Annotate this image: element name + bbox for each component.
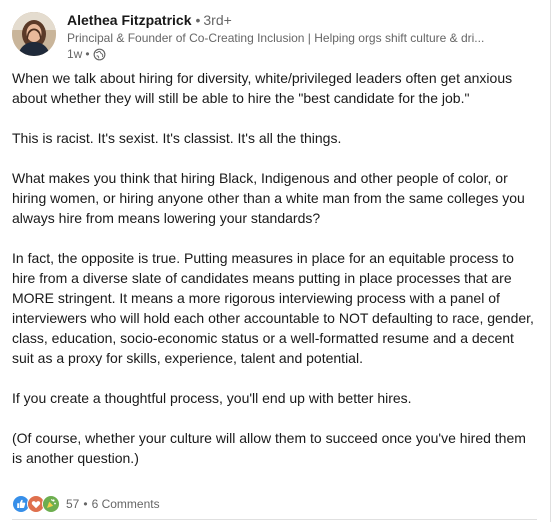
post-header: Alethea Fitzpatrick • 3rd+ Principal & Fou… xyxy=(12,10,537,62)
reaction-count[interactable]: 57 xyxy=(66,497,79,511)
post-body: When we talk about hiring for diversity,… xyxy=(12,68,534,488)
post-paragraph: If you create a thoughtful process, you'… xyxy=(12,390,412,406)
author-name[interactable]: Alethea Fitzpatrick xyxy=(67,12,191,28)
celebrate-icon xyxy=(42,495,60,513)
reactions-summary[interactable] xyxy=(12,495,60,513)
divider xyxy=(12,519,537,520)
post-paragraph: When we talk about hiring for diversity,… xyxy=(12,70,513,106)
globe-icon xyxy=(93,48,106,61)
post-timestamp: 1w xyxy=(67,47,83,61)
avatar-photo-icon xyxy=(12,12,56,56)
connection-degree: 3rd+ xyxy=(203,12,232,28)
post-paragraph: In fact, the opposite is true. Putting m… xyxy=(12,250,534,366)
post-paragraph: This is racist. It's sexist. It's classi… xyxy=(12,130,342,146)
author-avatar[interactable] xyxy=(12,12,56,56)
author-headline: Principal & Founder of Co-Creating Inclu… xyxy=(67,31,485,45)
author-meta: Alethea Fitzpatrick • 3rd+ Principal & Fou… xyxy=(67,11,537,62)
separator-dot: • xyxy=(85,47,90,61)
post-card: Alethea Fitzpatrick • 3rd+ Principal & Fou… xyxy=(0,0,551,522)
post-paragraph: (Of course, whether your culture will al… xyxy=(12,430,526,466)
author-name-line: Alethea Fitzpatrick • 3rd+ xyxy=(67,11,537,30)
separator-dot: • xyxy=(83,497,88,511)
post-time: 1w • xyxy=(67,46,537,62)
separator-dot: • xyxy=(195,12,201,28)
comments-count[interactable]: 6 Comments xyxy=(92,497,160,511)
social-counts: 57 • 6 Comments xyxy=(12,495,160,513)
post-paragraph: What makes you think that hiring Black, … xyxy=(12,170,525,226)
